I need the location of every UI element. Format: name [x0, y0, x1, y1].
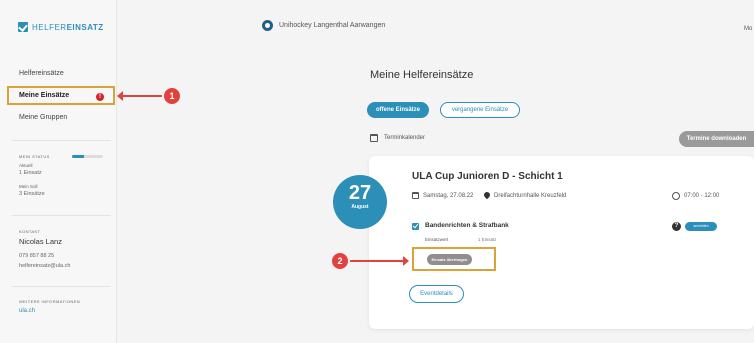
contact-heading: KONTAKT: [19, 229, 41, 234]
tab-vergangene-einsaetze[interactable]: vergangene Einsätze: [440, 102, 520, 118]
question-icon[interactable]: ?: [672, 222, 681, 231]
annotation-number: 1: [164, 88, 180, 104]
download-button[interactable]: Termine downloaden: [679, 131, 754, 147]
event-location-text: Dreifachturnhalle Kreuzfeld: [494, 193, 567, 199]
date-month: August: [351, 204, 369, 210]
event-date-text: Samstag, 27.08.22: [423, 192, 474, 199]
sidebar: HELFEREINSATZ Helfereinsätze Meine Einsä…: [0, 0, 117, 343]
status-current-value: 1 Einsatz: [19, 170, 42, 176]
divider: [12, 215, 111, 216]
date-badge: 27 August: [333, 175, 387, 229]
more-info-heading: WEITERE INFORMATIONEN: [19, 299, 80, 304]
contact-name: Nicolas Lanz: [19, 237, 62, 246]
highlight-box: [7, 86, 115, 105]
page-title: Meine Helfereinsätze: [370, 69, 474, 81]
org-name: Unihockey Langenthal Aarwangen: [279, 22, 386, 29]
sidebar-item-helfereinsaetze[interactable]: Helfereinsätze: [19, 70, 64, 77]
calendar-icon: [370, 134, 378, 142]
checkmark-logo-icon: [18, 22, 28, 32]
task-value: 1 Einsatz: [478, 237, 497, 242]
annotation-number: 2: [332, 253, 348, 269]
highlight-box: [412, 247, 496, 271]
brand-suffix: EINSATZ: [66, 22, 104, 32]
task-checkbox[interactable]: [412, 223, 419, 230]
event-time-text: 07:00 - 12:00: [684, 193, 720, 199]
signup-toggle[interactable]: anmelden: [685, 222, 717, 231]
calendar-label: Terminkalender: [384, 135, 426, 141]
status-target-value: 3 Einsätze: [19, 191, 45, 197]
event-details-button[interactable]: Eventdetails: [409, 285, 464, 303]
status-progress-bar: [72, 155, 103, 158]
org-selector[interactable]: Unihockey Langenthal Aarwangen: [262, 20, 385, 31]
user-menu[interactable]: Mo: [744, 26, 752, 32]
location-pin-icon: [484, 192, 490, 200]
date-day: 27: [348, 182, 372, 204]
arrow-icon: [350, 256, 409, 266]
status-progress-fill: [72, 155, 85, 158]
event-time: 07:00 - 12:00: [672, 192, 719, 200]
sidebar-item-meine-gruppen[interactable]: Meine Gruppen: [19, 114, 67, 121]
event-date: Samstag, 27.08.22: [412, 192, 473, 199]
contact-phone[interactable]: 079 857 88 25: [19, 253, 54, 259]
clock-icon: [672, 192, 680, 200]
contact-email[interactable]: helfereinsatz@ula.ch: [19, 263, 70, 269]
divider: [12, 286, 111, 287]
status-heading: MEIN STATUS: [19, 154, 50, 159]
event-title: ULA Cup Junioren D - Schicht 1: [412, 171, 563, 182]
brand-prefix: HELFER: [32, 22, 67, 32]
event-location: Dreifachturnhalle Kreuzfeld: [484, 192, 566, 200]
arrow-icon: [117, 91, 162, 101]
brand-logo[interactable]: HELFEREINSATZ: [18, 22, 104, 32]
team-logo-icon: [262, 20, 273, 31]
task-value-label: Einsatzwert: [425, 237, 449, 242]
divider: [12, 140, 111, 141]
status-target-label: Mein Soll: [19, 184, 38, 189]
ula-link[interactable]: ula.ch: [19, 308, 35, 314]
calendar-icon: [412, 192, 419, 199]
task-title: Bandenrichten & Strafbank: [425, 222, 509, 229]
tab-offene-einsaetze[interactable]: offene Einsätze: [367, 102, 429, 118]
calendar-link[interactable]: Terminkalender: [370, 134, 425, 142]
status-current-label: Aktuell: [19, 163, 33, 168]
